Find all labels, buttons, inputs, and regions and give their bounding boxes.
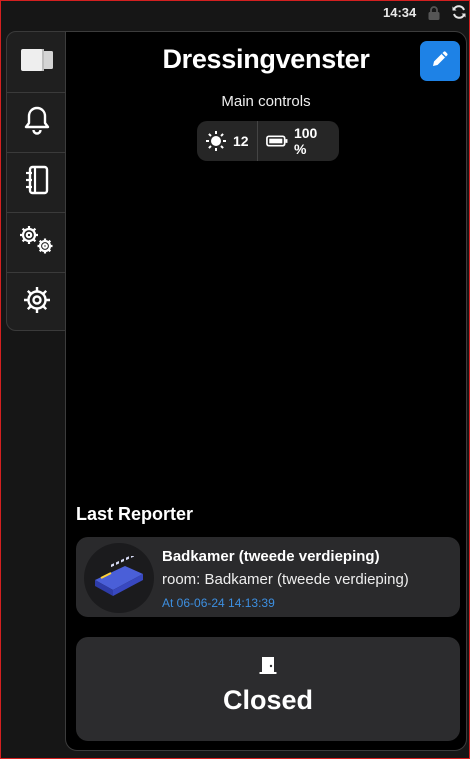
status-time: 14:34 [383, 5, 417, 20]
battery-icon [265, 135, 288, 147]
window-state-label: Closed [222, 685, 314, 715]
battery-indicator: 100 % [256, 121, 339, 161]
device-panel: Dressingvenster Main controls 12 100 % L… [65, 31, 467, 751]
sidebar-item-settings[interactable] [7, 272, 66, 332]
reporter-room: room: Badkamer (tweede verdieping) [162, 571, 409, 588]
sidebar-item-device[interactable] [7, 32, 66, 92]
last-reporter-heading: Last Reporter [76, 504, 194, 524]
door-icon [258, 655, 278, 680]
battery-value: 100 % [293, 125, 318, 157]
indicator-chips: 12 100 % [197, 121, 339, 161]
brightness-icon [206, 131, 226, 151]
page-title: Dressingvenster [162, 44, 370, 74]
brightness-value: 12 [233, 133, 249, 149]
sidebar [6, 31, 67, 331]
notebook-icon [23, 164, 51, 201]
page-subtitle: Main controls [221, 93, 311, 110]
sidebar-item-automations[interactable] [7, 212, 66, 272]
reporter-name: Badkamer (tweede verdieping) [162, 548, 380, 565]
brightness-indicator: 12 [197, 121, 257, 161]
gears-icon [17, 223, 57, 262]
status-bar: 14:34 [0, 0, 470, 26]
last-reporter-card[interactable]: Badkamer (tweede verdieping) room: Badka… [76, 537, 460, 617]
reporter-device-image [84, 543, 154, 613]
window-state-card[interactable]: Closed [76, 637, 460, 741]
sidebar-item-log[interactable] [7, 152, 66, 212]
lock-icon [427, 5, 441, 26]
bell-icon [23, 105, 51, 140]
edit-button[interactable] [420, 41, 460, 81]
gear-icon [21, 284, 53, 321]
pencil-icon [430, 49, 450, 74]
sidebar-item-notifications[interactable] [7, 92, 66, 152]
sidebar-gutter [6, 331, 65, 751]
device-icon [19, 46, 55, 79]
sync-icon[interactable] [451, 4, 467, 25]
reporter-timestamp: At 06-06-24 14:13:39 [162, 596, 275, 610]
